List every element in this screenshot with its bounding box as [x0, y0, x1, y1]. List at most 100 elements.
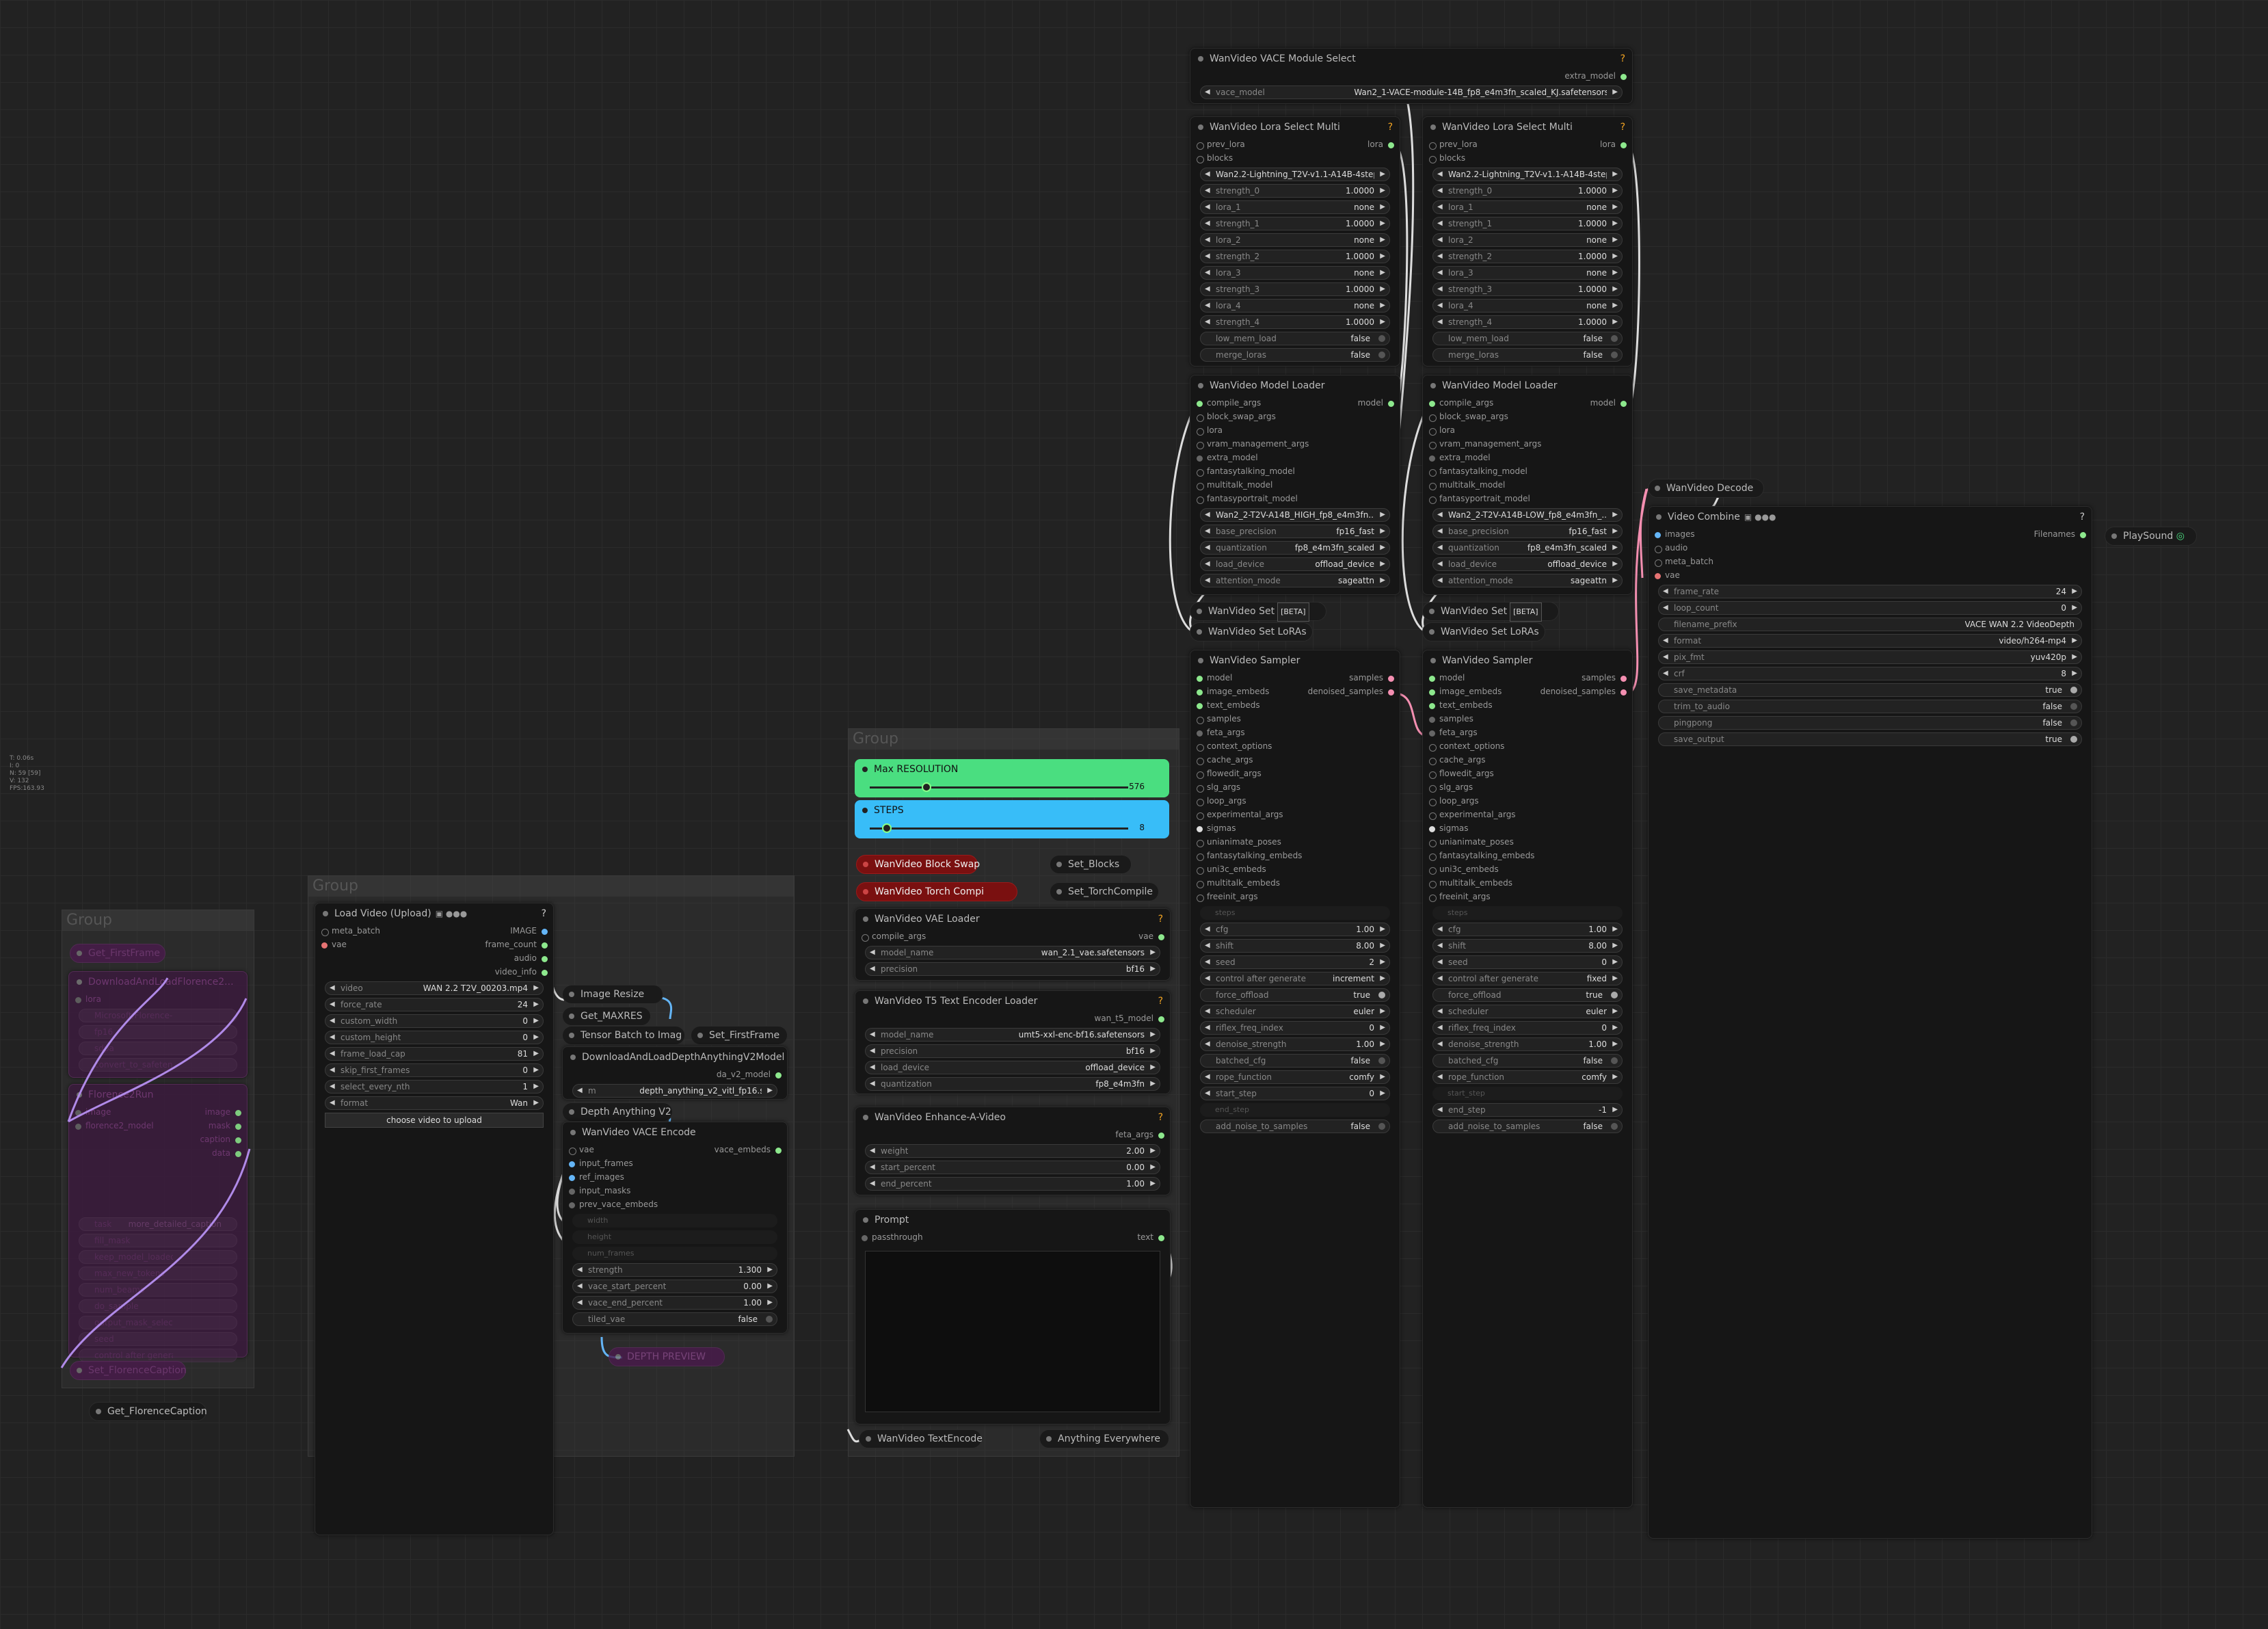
- depth-preview-node[interactable]: DEPTH PREVIEW: [609, 1347, 725, 1366]
- input-model[interactable]: model: [1428, 673, 1465, 683]
- base-precision-select[interactable]: base_precisionfp16_fast: [1432, 525, 1623, 538]
- input[interactable]: block_swap_args: [1197, 412, 1276, 422]
- widget[interactable]: control after generate: [79, 1349, 237, 1362]
- frame-load-cap-field[interactable]: frame_load_cap81: [325, 1047, 544, 1061]
- model-select[interactable]: Wan2_2-T2V-A14B_HIGH_fp8_e4m3fn...: [1200, 508, 1390, 522]
- input[interactable]: freeinit_args: [1197, 892, 1258, 902]
- load-device-select[interactable]: load_deviceoffload_device: [865, 1061, 1160, 1074]
- load-video-node[interactable]: Load Video (Upload) ▣ ●●●? meta_batch IMAG…: [315, 903, 554, 1535]
- input-images[interactable]: images: [1655, 529, 1695, 539]
- lora-select[interactable]: lora_4none: [1432, 299, 1623, 313]
- output-vae[interactable]: vae: [1138, 931, 1164, 941]
- model-select[interactable]: mdepth_anything_v2_vitl_fp16.safetensors: [572, 1084, 777, 1098]
- input-prev-lora[interactable]: prev_lora: [1429, 140, 1478, 150]
- input-audio[interactable]: audio: [1654, 543, 1687, 553]
- input[interactable]: context_options: [1196, 741, 1272, 752]
- vace-model-select[interactable]: vace_modelWan2_1-VACE-module-14B_fp8_e4m…: [1200, 85, 1623, 99]
- quantization-select[interactable]: quantizationfp8_e4m3fn: [865, 1077, 1160, 1091]
- decode-node[interactable]: WanVideo Decode: [1648, 479, 1764, 498]
- input-image-embeds[interactable]: image_embeds: [1428, 687, 1502, 696]
- input[interactable]: unianimate_poses: [1197, 837, 1281, 847]
- input-frames[interactable]: input_frames: [569, 1158, 633, 1168]
- input[interactable]: vram_management_args: [1428, 439, 1541, 449]
- input[interactable]: feta_args: [1197, 728, 1245, 737]
- model-loader-high-node[interactable]: WanVideo Model Loader compile_args model …: [1190, 375, 1400, 595]
- precision-select[interactable]: precisionbf16: [865, 1044, 1160, 1058]
- widget[interactable]: keep_model_loaded: [79, 1250, 237, 1264]
- input[interactable]: lora: [1197, 425, 1223, 436]
- riflex-field[interactable]: riflex_freq_index0: [1200, 1021, 1390, 1035]
- attention-mode-select[interactable]: attention_modesageattn: [1432, 574, 1623, 587]
- input[interactable]: text_embeds: [1197, 700, 1260, 710]
- custom-width-field[interactable]: custom_width0: [325, 1014, 544, 1028]
- widget[interactable]: fill_mask: [79, 1234, 237, 1247]
- input[interactable]: slg_args: [1428, 782, 1473, 793]
- input-passthrough[interactable]: passthrough: [862, 1232, 923, 1242]
- max-res-slider[interactable]: 576: [862, 780, 1162, 795]
- input-vae[interactable]: vae: [1655, 570, 1680, 580]
- input[interactable]: multitalk_model: [1428, 480, 1505, 490]
- help-icon[interactable]: ?: [1620, 117, 1625, 137]
- input-vae[interactable]: vae: [569, 1145, 594, 1155]
- low-mem-load-toggle[interactable]: low_mem_load false: [1200, 332, 1390, 345]
- set-florence-caption-faded[interactable]: Set_FlorenceCaption: [70, 1361, 187, 1380]
- input[interactable]: slg_args: [1196, 782, 1240, 793]
- force-rate-field[interactable]: force_rate24: [325, 998, 544, 1011]
- input-ref-images[interactable]: ref_images: [569, 1172, 624, 1182]
- save-metadata-toggle[interactable]: save_metadata true: [1658, 683, 2082, 697]
- input-masks[interactable]: input_masks: [568, 1186, 630, 1195]
- lora-select[interactable]: lora_3none: [1200, 266, 1390, 280]
- format-select[interactable]: formatvideo/h264-mp4: [1658, 634, 2082, 648]
- filename-prefix-field[interactable]: filename_prefix VACE WAN 2.2 VideoDepth: [1658, 618, 2082, 631]
- cfg-field[interactable]: cfg1.00: [1200, 923, 1390, 936]
- input[interactable]: unianimate_poses: [1429, 837, 1514, 847]
- input[interactable]: context_options: [1428, 741, 1504, 752]
- output-audio[interactable]: audio: [514, 953, 548, 963]
- help-icon[interactable]: ?: [1388, 117, 1393, 137]
- wanvideo-set-low-node[interactable]: WanVideo Set [BETA]: [1422, 602, 1559, 622]
- strength-field[interactable]: strength_11.0000: [1200, 217, 1390, 230]
- strength-field[interactable]: strength_41.0000: [1432, 315, 1623, 329]
- denoise-field[interactable]: denoise_strength1.00: [1200, 1037, 1390, 1051]
- seed-field[interactable]: seed0: [1432, 955, 1623, 969]
- input[interactable]: loop_args: [1429, 796, 1479, 806]
- playsound-node[interactable]: PlaySound ◎: [2105, 527, 2197, 546]
- load-device-select[interactable]: load_deviceoffload_device: [1200, 557, 1390, 571]
- scheduler-select[interactable]: schedulereuler: [1200, 1005, 1390, 1018]
- vace-encode-node[interactable]: WanVideo VACE Encode vae vace_embeds inpu…: [562, 1122, 788, 1334]
- output-extra-model[interactable]: extra_model: [1564, 71, 1627, 81]
- seed-field[interactable]: seed2: [1200, 955, 1390, 969]
- input[interactable]: loop_args: [1197, 796, 1246, 806]
- input[interactable]: samples: [1429, 714, 1473, 724]
- model-name-select[interactable]: model_namewan_2.1_vae.safetensors: [865, 946, 1160, 959]
- input[interactable]: freeinit_args: [1429, 892, 1491, 902]
- skip-first-frames-field[interactable]: skip_first_frames0: [325, 1063, 544, 1077]
- set-firstframe-node[interactable]: Set_FirstFrame: [691, 1026, 788, 1045]
- steps-node[interactable]: STEPS 8: [855, 800, 1169, 838]
- lora-select[interactable]: lora_3none: [1432, 266, 1623, 280]
- input[interactable]: sigmas: [1429, 823, 1469, 833]
- input[interactable]: uni3c_embeds: [1429, 864, 1499, 875]
- input[interactable]: extra_model: [1429, 453, 1491, 462]
- input-vae[interactable]: vae: [321, 940, 347, 949]
- output-image[interactable]: IMAGE: [510, 926, 548, 936]
- force-offload-toggle[interactable]: force_offload true: [1432, 988, 1623, 1002]
- load-device-select[interactable]: load_deviceoffload_device: [1432, 557, 1623, 571]
- output-da-model[interactable]: da_v2_model: [717, 1070, 782, 1079]
- input[interactable]: vram_management_args: [1196, 439, 1309, 449]
- quantization-select[interactable]: quantizationfp8_e4m3fn_scaled: [1432, 541, 1623, 555]
- model-loader-low-node[interactable]: WanVideo Model Loader compile_args model …: [1422, 375, 1633, 595]
- control-after-generate-select[interactable]: control after generateincrement: [1200, 972, 1390, 985]
- steps-slider[interactable]: 8: [862, 821, 1162, 836]
- prompt-node[interactable]: Prompt passthrough text: [855, 1209, 1171, 1425]
- input[interactable]: fantasytalking_embeds: [1428, 851, 1534, 861]
- input[interactable]: multitalk_model: [1196, 480, 1272, 490]
- input[interactable]: lora: [1429, 425, 1455, 436]
- widget[interactable]: task more_detailed_caption: [79, 1217, 237, 1231]
- florence-download-node[interactable]: DownloadAndLoadFlorence2... lora Microso…: [68, 971, 248, 1078]
- get-florence-caption-node[interactable]: Get_FlorenceCaption: [89, 1402, 207, 1421]
- batched-cfg-toggle[interactable]: batched_cfg false: [1432, 1054, 1623, 1068]
- output-frame-count[interactable]: frame_count: [485, 940, 548, 949]
- help-icon[interactable]: ?: [542, 903, 546, 924]
- loop-count-field[interactable]: loop_count0: [1658, 601, 2082, 615]
